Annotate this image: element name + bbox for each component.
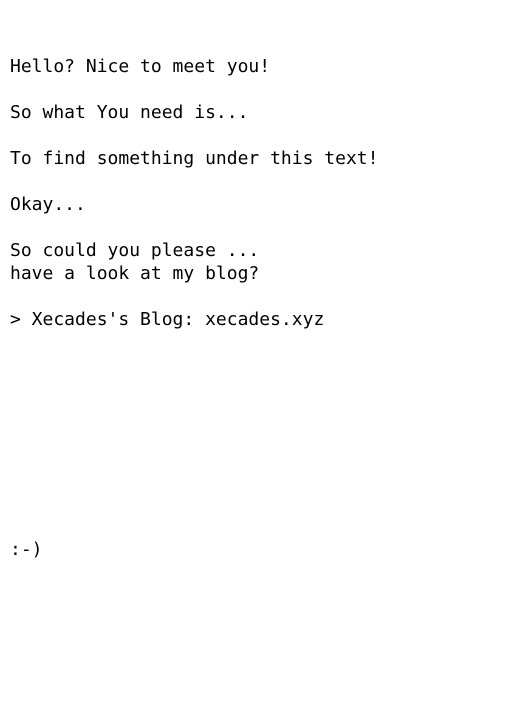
smiley-text: :-) [10,539,43,560]
please-text: So could you please ... [10,240,260,261]
okay-text: Okay... [10,194,86,215]
find-text: To find something under this text! [10,148,379,169]
greeting-text: Hello? Nice to meet you! [10,56,271,77]
blog-link-line: > Xecades's Blog: xecades.xyz [10,308,324,331]
blog-link-prefix: > Xecades's Blog: [10,309,206,330]
need-text: So what You need is... [10,102,249,123]
blog-question-text: have a look at my blog? [10,263,260,284]
blog-link[interactable]: xecades.xyz [205,309,324,330]
